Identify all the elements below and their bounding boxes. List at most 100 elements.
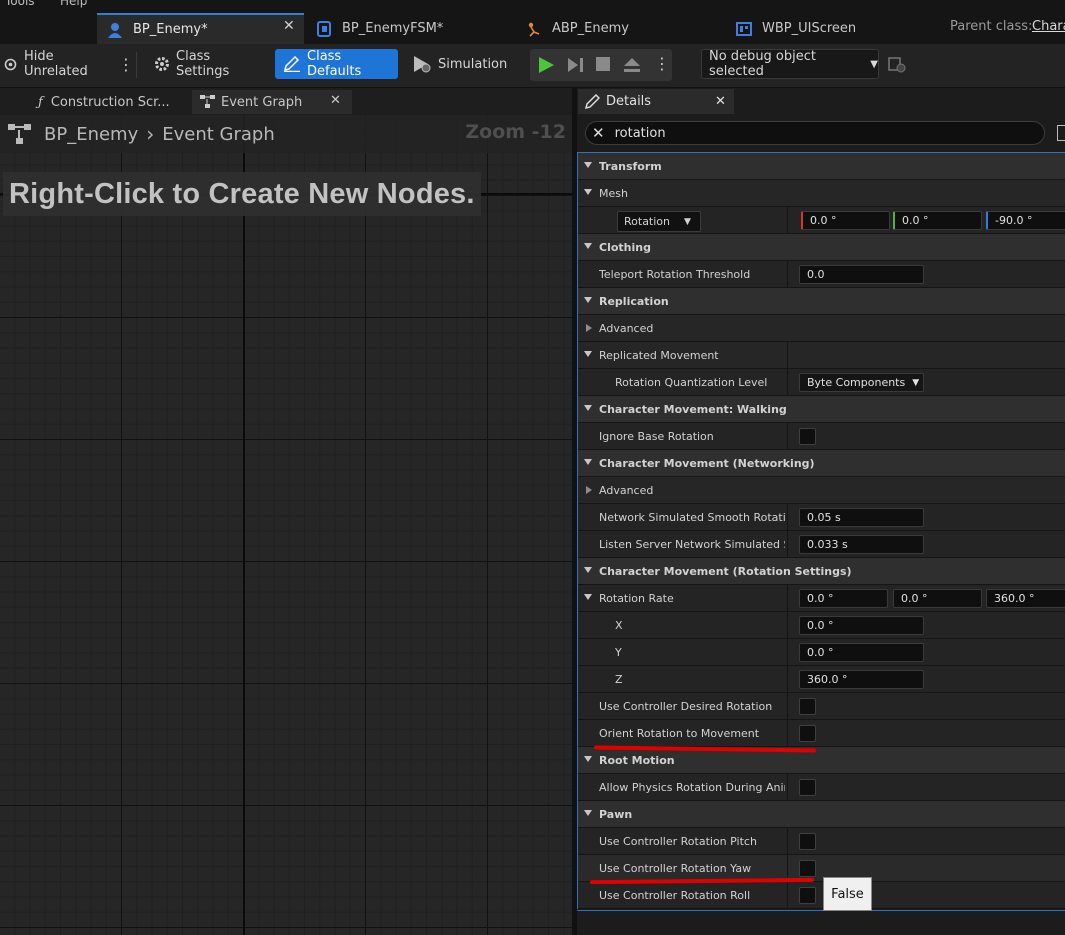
step-icon[interactable]	[567, 56, 585, 78]
menu-help[interactable]: Help	[60, 0, 87, 8]
simulation-icon	[412, 55, 432, 73]
menu-bar: Tools Help	[0, 0, 1065, 10]
tab-bp-enemy[interactable]: BP_Enemy*	[97, 13, 304, 44]
x-field[interactable]: 0.0 °	[799, 616, 924, 635]
category-replication[interactable]: Replication	[578, 288, 1065, 315]
rotation-rate-z-field[interactable]: 360.0 °	[986, 589, 1065, 608]
eject-icon[interactable]	[623, 56, 641, 78]
property-use-controller-rotation-yaw: Use Controller Rotation Yaw	[578, 855, 1065, 882]
chevron-down-icon: ▼	[912, 377, 920, 388]
category-character-movement-walking[interactable]: Character Movement: Walking	[578, 396, 1065, 423]
hide-unrelated-button[interactable]: Hide Unrelated	[0, 49, 112, 79]
property-rotation-quantization-level: Rotation Quantization Level Byte Compone…	[578, 369, 1065, 396]
play-icon[interactable]	[538, 56, 555, 78]
graph-icon	[8, 124, 32, 144]
class-defaults-label: Class Defaults	[307, 49, 362, 79]
breadcrumb-root[interactable]: BP_Enemy	[44, 124, 138, 145]
rotation-roll-checkbox[interactable]	[799, 887, 816, 904]
play-options-icon[interactable]: ⋮	[654, 54, 670, 73]
debug-object-value: No debug object selected	[709, 49, 816, 79]
tab-wbp-uiscreen[interactable]: WBP_UIScreen	[726, 13, 926, 44]
checkbox-tooltip: False	[823, 877, 872, 911]
tab-close-icon[interactable]: ✕	[330, 93, 341, 108]
widget-blueprint-icon	[736, 21, 752, 37]
property-use-controller-desired-rotation: Use Controller Desired Rotation	[578, 693, 1065, 720]
breadcrumb: BP_Enemy › Event Graph Zoom -12	[0, 115, 572, 153]
orient-rotation-checkbox[interactable]	[799, 725, 816, 742]
tab-abp-enemy[interactable]: ABP_Enemy	[516, 13, 716, 44]
graph-icon	[200, 95, 215, 109]
z-field[interactable]: 360.0 °	[799, 670, 924, 689]
advanced-toggle[interactable]: Advanced	[578, 477, 1065, 504]
tab-bp-enemyfsm[interactable]: BP_EnemyFSM*	[306, 13, 506, 44]
property-ignore-base-rotation: Ignore Base Rotation	[578, 423, 1065, 450]
tab-label: WBP_UIScreen	[762, 21, 857, 36]
details-property-list: Transform Mesh Rotation ▼ 0.0 ° 0.0 ° -9…	[577, 152, 1065, 909]
tab-close-icon[interactable]: ✕	[283, 18, 295, 34]
asset-tab-bar: BP_Enemy* ✕ BP_EnemyFSM* ABP_Enemy WBP_U…	[0, 10, 1065, 44]
tab-details[interactable]: Details ✕	[578, 89, 734, 114]
listen-server-rotation-field[interactable]: 0.033 s	[799, 535, 924, 554]
property-rotation-rate-x: X 0.0 °	[578, 612, 1065, 639]
category-root-motion[interactable]: Root Motion	[578, 747, 1065, 774]
rotation-z-field[interactable]: -90.0 °	[986, 211, 1065, 230]
tab-label: BP_Enemy*	[133, 22, 208, 37]
class-settings-button[interactable]: Class Settings	[146, 49, 266, 79]
debug-filter-icon[interactable]	[888, 57, 906, 77]
parent-class-link[interactable]: Chara	[1032, 19, 1065, 34]
net-smooth-rotation-field[interactable]: 0.05 s	[799, 508, 924, 527]
class-settings-label: Class Settings	[176, 49, 230, 79]
property-orient-rotation-to-movement: Orient Rotation to Movement	[578, 720, 1065, 747]
more-options-icon[interactable]: ⋮	[118, 55, 134, 74]
y-field[interactable]: 0.0 °	[799, 643, 924, 662]
use-desired-rotation-checkbox[interactable]	[799, 698, 816, 715]
teleport-threshold-field[interactable]: 0.0	[799, 265, 924, 284]
clear-search-icon[interactable]: ✕	[592, 124, 605, 142]
simulation-button[interactable]: Simulation	[406, 49, 508, 79]
rotation-x-field[interactable]: 0.0 °	[801, 211, 890, 230]
rotation-mode-dropdown[interactable]: Rotation ▼	[617, 211, 701, 232]
tab-label: BP_EnemyFSM*	[342, 21, 444, 36]
tab-label: ABP_Enemy	[552, 21, 629, 36]
allow-physics-rotation-checkbox[interactable]	[799, 779, 816, 796]
property-use-controller-rotation-roll: Use Controller Rotation Roll	[578, 882, 1065, 909]
category-replicated-movement[interactable]: Replicated Movement	[578, 342, 1065, 369]
property-allow-physics-rotation: Allow Physics Rotation During Anim...	[578, 774, 1065, 801]
details-search[interactable]: ✕ rotation	[585, 121, 1045, 145]
rotation-pitch-checkbox[interactable]	[799, 833, 816, 850]
tab-construction-script[interactable]: ƒ Construction Scr...	[30, 90, 190, 114]
rotation-quantization-dropdown[interactable]: Byte Components ▼	[799, 373, 924, 392]
ignore-base-rotation-checkbox[interactable]	[799, 428, 816, 445]
category-character-movement-rotation[interactable]: Character Movement (Rotation Settings)	[578, 558, 1065, 585]
category-pawn[interactable]: Pawn	[578, 801, 1065, 828]
search-input[interactable]: rotation	[615, 126, 666, 141]
class-defaults-button[interactable]: Class Defaults	[275, 49, 398, 79]
rotation-rate-y-field[interactable]: 0.0 °	[893, 589, 982, 608]
event-graph-canvas[interactable]: BP_Enemy › Event Graph Zoom -12 Right-Cl…	[0, 115, 572, 935]
tab-label: Construction Scr...	[50, 94, 170, 110]
simulation-label: Simulation	[438, 56, 508, 72]
advanced-toggle[interactable]: Advanced	[578, 315, 1065, 342]
rotation-yaw-checkbox[interactable]	[799, 860, 816, 877]
tab-event-graph[interactable]: Event Graph ✕	[192, 90, 352, 114]
chevron-down-icon: ▼	[684, 216, 691, 227]
debug-object-select[interactable]: No debug object selected ▼	[701, 49, 879, 79]
menu-tools[interactable]: Tools	[5, 0, 35, 8]
category-mesh[interactable]: Mesh	[578, 180, 1065, 207]
view-options-icon[interactable]	[1057, 125, 1065, 141]
edit-pencil-icon	[584, 93, 600, 110]
tab-close-icon[interactable]: ✕	[715, 94, 726, 109]
category-character-movement-networking[interactable]: Character Movement (Networking)	[578, 450, 1065, 477]
rotation-rate-x-field[interactable]: 0.0 °	[799, 589, 888, 608]
property-mesh-rotation: Rotation ▼ 0.0 ° 0.0 ° -90.0 °	[578, 207, 1065, 234]
property-rotation-rate-z: Z 360.0 °	[578, 666, 1065, 693]
chevron-down-icon: ▼	[870, 58, 878, 70]
category-transform[interactable]: Transform	[578, 153, 1065, 180]
property-rotation-rate-y: Y 0.0 °	[578, 639, 1065, 666]
category-clothing[interactable]: Clothing	[578, 234, 1065, 261]
property-rotation-rate: Rotation Rate 0.0 ° 0.0 ° 360.0 °	[578, 585, 1065, 612]
rotation-y-field[interactable]: 0.0 °	[893, 211, 982, 230]
stop-icon[interactable]	[596, 57, 610, 71]
property-network-simulated-smooth-rotation: Network Simulated Smooth Rotatio... 0.05…	[578, 504, 1065, 531]
main-toolbar: Hide Unrelated ⋮ Class Settings Class De…	[0, 44, 1065, 88]
